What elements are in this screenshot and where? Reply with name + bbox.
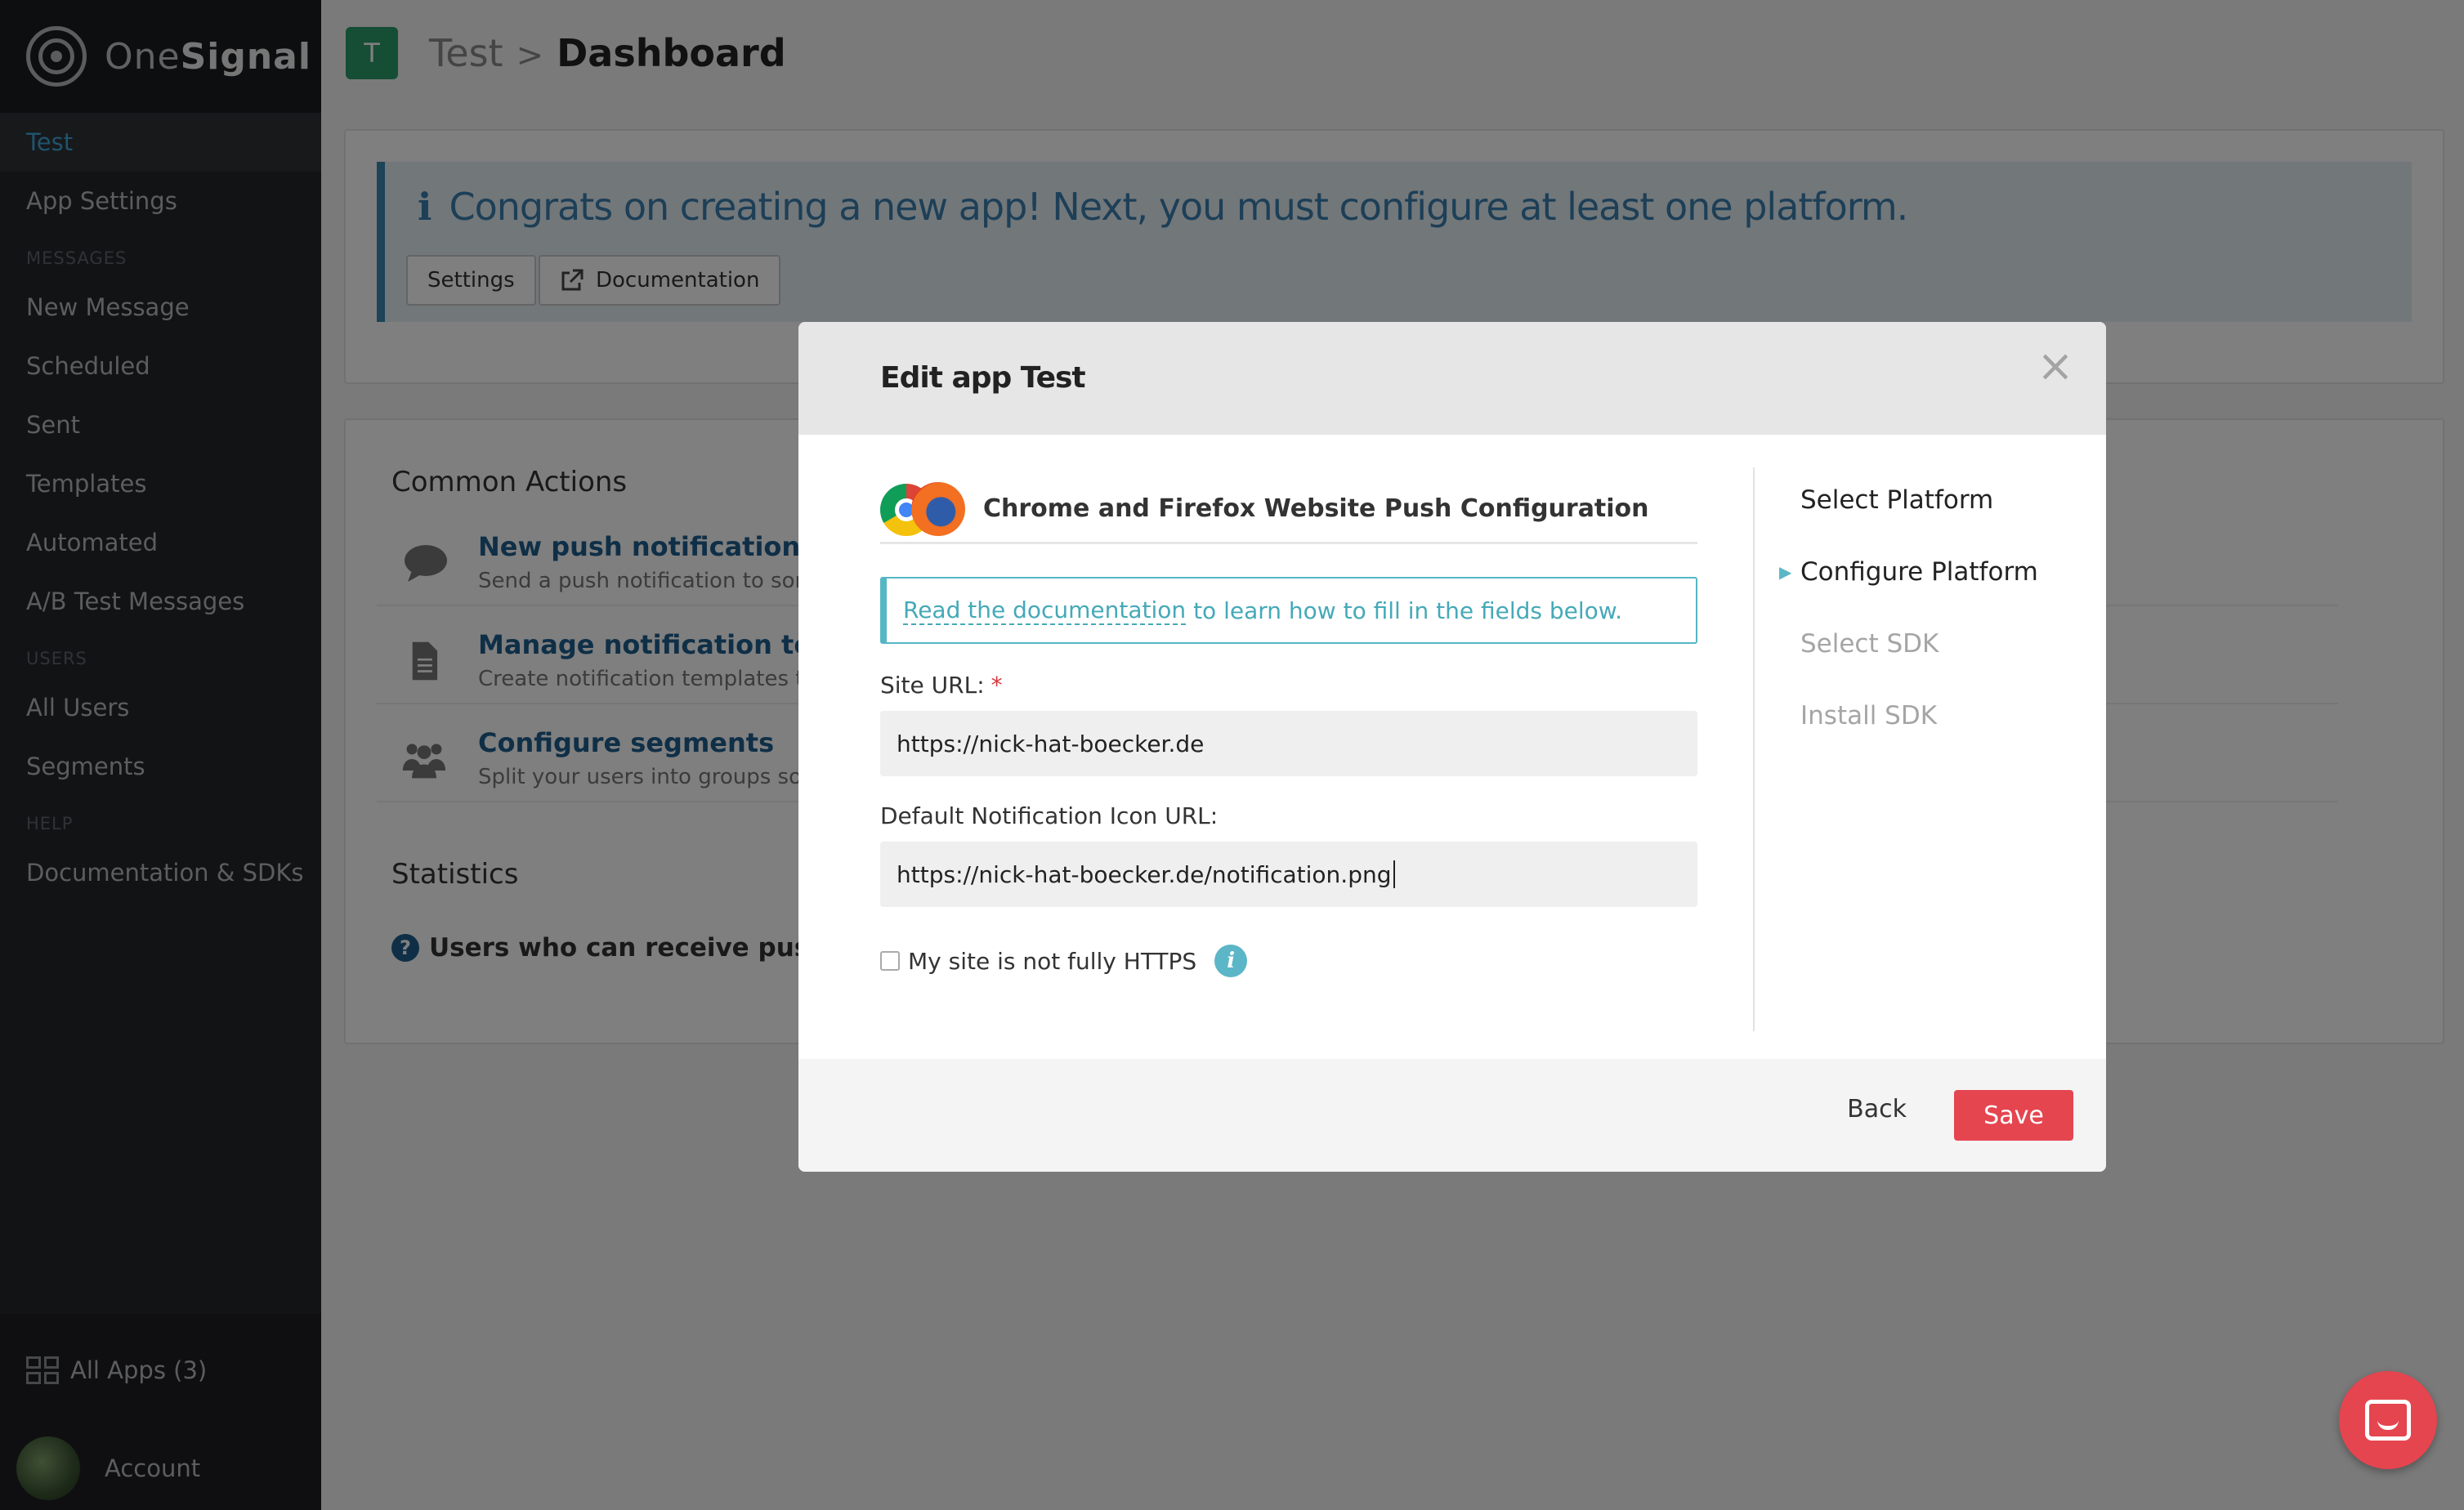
modal-header: Edit app Test ×: [798, 322, 2106, 435]
step-select-sdk: Select SDK: [1800, 629, 1939, 659]
info-icon[interactable]: i: [1214, 945, 1248, 977]
steps-divider: [1753, 467, 1755, 1031]
browser-logos: [880, 480, 965, 538]
modal-footer: Back Save: [798, 1059, 2106, 1172]
https-checkbox[interactable]: [880, 951, 900, 971]
firefox-icon: [911, 481, 965, 536]
config-header: Chrome and Firefox Website Push Configur…: [880, 476, 1697, 544]
required-mark: *: [991, 672, 1003, 699]
modal-title: Edit app Test: [880, 361, 1086, 395]
site-url-label: Site URL: *: [880, 672, 1003, 699]
step-select-platform[interactable]: Select Platform: [1784, 464, 2038, 536]
chat-icon: [2365, 1400, 2411, 1441]
step-configure-platform[interactable]: ▶ Configure Platform: [1779, 536, 2038, 608]
modal-body: Chrome and Firefox Website Push Configur…: [798, 435, 2106, 1056]
icon-url-label: Default Notification Icon URL:: [880, 802, 1219, 829]
https-checkbox-label[interactable]: My site is not fully HTTPS: [908, 948, 1196, 975]
step-install-sdk: Install SDK: [1800, 701, 1938, 730]
close-icon[interactable]: ×: [2031, 342, 2080, 391]
read-documentation-link[interactable]: Read the documentation: [903, 596, 1187, 625]
icon-url-input[interactable]: https://nick-hat-boecker.de/notification…: [880, 842, 1697, 907]
back-button[interactable]: Back: [1847, 1095, 1907, 1124]
save-button[interactable]: Save: [1954, 1090, 2073, 1141]
documentation-hint-text: to learn how to fill in the fields below…: [1186, 596, 1623, 624]
text-cursor: [1393, 860, 1395, 888]
https-option: My site is not fully HTTPS i: [880, 945, 1248, 977]
config-title: Chrome and Firefox Website Push Configur…: [983, 494, 1649, 523]
chat-launcher-button[interactable]: [2339, 1371, 2437, 1469]
edit-app-modal: Edit app Test × Chrome and Firefox Websi…: [798, 322, 2106, 1172]
site-url-input[interactable]: https://nick-hat-boecker.de: [880, 711, 1697, 776]
documentation-hint: Read the documentation to learn how to f…: [880, 577, 1697, 644]
wizard-steps: Select Platform ▶ Configure Platform Sele…: [1779, 464, 2038, 752]
current-step-arrow-icon: ▶: [1779, 562, 1792, 582]
